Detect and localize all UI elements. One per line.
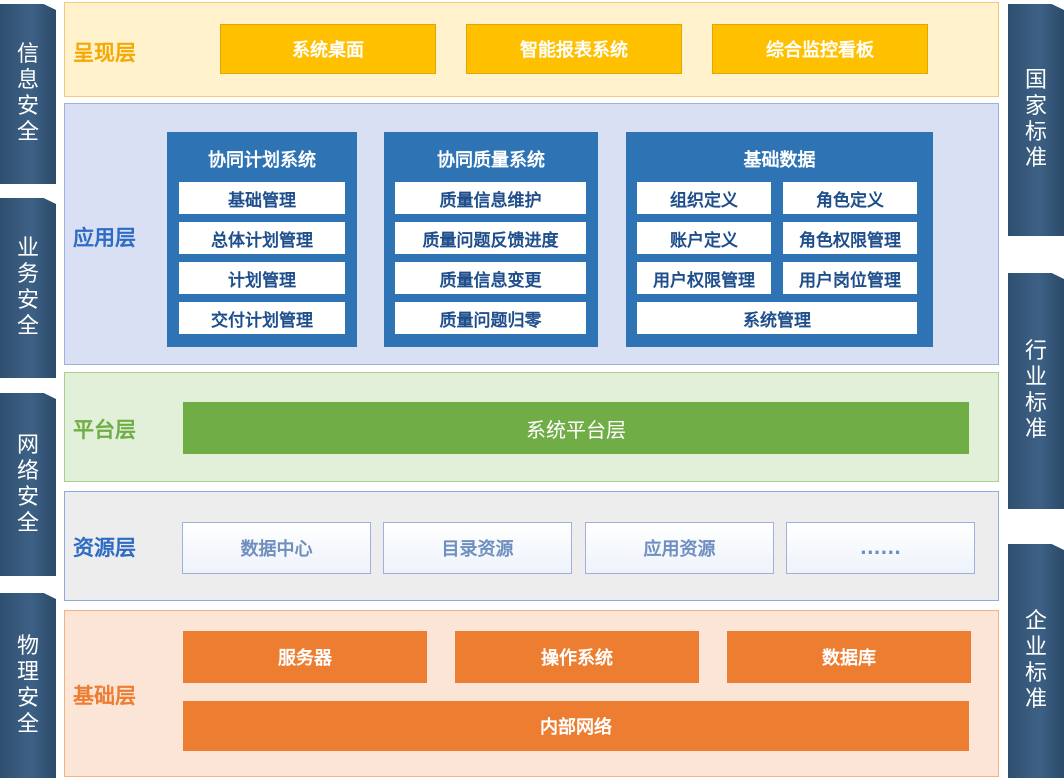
plan-system-title: 协同计划系统 <box>208 150 316 171</box>
resource-layer: 资源层 数据中心 目录资源 应用资源 ...... <box>64 491 999 601</box>
application-layer-title: 应用层 <box>73 226 136 250</box>
plan-item: 交付计划管理 <box>179 302 345 334</box>
base-data-item: 用户岗位管理 <box>783 262 917 294</box>
quality-system-panel: 协同质量系统 质量信息维护 质量问题反馈进度 质量信息变更 质量问题归零 <box>384 132 598 347</box>
side-label-national-standard: 国家标准 <box>1008 4 1064 236</box>
plan-item: 总体计划管理 <box>179 222 345 254</box>
foundation-layer: 基础层 服务器 操作系统 数据库 内部网络 <box>64 610 999 777</box>
resource-layer-title: 资源层 <box>73 536 136 560</box>
monitor-dashboard-box: 综合监控看板 <box>712 24 928 74</box>
plan-system-panel: 协同计划系统 基础管理 总体计划管理 计划管理 交付计划管理 <box>167 132 357 347</box>
os-box: 操作系统 <box>455 631 699 683</box>
internal-network-bar: 内部网络 <box>183 701 969 751</box>
base-data-item: 角色权限管理 <box>783 222 917 254</box>
platform-layer: 平台层 系统平台层 <box>64 372 999 482</box>
quality-item: 质量问题反馈进度 <box>395 222 586 254</box>
quality-system-title: 协同质量系统 <box>437 150 545 171</box>
platform-layer-title: 平台层 <box>73 418 136 442</box>
application-layer: 应用层 协同计划系统 基础管理 总体计划管理 计划管理 交付计划管理 协同质量系… <box>64 103 999 365</box>
side-label-network-security: 网络安全 <box>0 393 56 576</box>
quality-item: 质量信息维护 <box>395 182 586 214</box>
side-label-physical-security: 物理安全 <box>0 593 56 778</box>
side-label-business-security: 业务安全 <box>0 198 56 378</box>
server-box: 服务器 <box>183 631 427 683</box>
base-data-title: 基础数据 <box>743 150 816 171</box>
base-data-item: 角色定义 <box>783 182 917 214</box>
presentation-layer-title: 呈现层 <box>73 41 136 65</box>
more-resource-box: ...... <box>786 522 975 574</box>
foundation-layer-title: 基础层 <box>73 684 136 708</box>
plan-item: 计划管理 <box>179 262 345 294</box>
plan-item: 基础管理 <box>179 182 345 214</box>
base-data-item: 账户定义 <box>637 222 771 254</box>
data-center-box: 数据中心 <box>182 522 371 574</box>
side-label-info-security: 信息安全 <box>0 4 56 184</box>
directory-resource-box: 目录资源 <box>383 522 572 574</box>
smart-report-box: 智能报表系统 <box>466 24 682 74</box>
base-data-item: 系统管理 <box>637 302 917 334</box>
base-data-panel: 基础数据 组织定义 角色定义 账户定义 角色权限管理 用户权限管理 用户岗位管理… <box>626 132 933 347</box>
quality-item: 质量问题归零 <box>395 302 586 334</box>
system-desktop-box: 系统桌面 <box>220 24 436 74</box>
base-data-item: 用户权限管理 <box>637 262 771 294</box>
quality-item: 质量信息变更 <box>395 262 586 294</box>
system-platform-bar: 系统平台层 <box>183 402 969 454</box>
base-data-item: 组织定义 <box>637 182 771 214</box>
presentation-layer: 呈现层 系统桌面 智能报表系统 综合监控看板 <box>64 2 999 97</box>
database-box: 数据库 <box>727 631 971 683</box>
side-label-industry-standard: 行业标准 <box>1008 273 1064 509</box>
side-label-enterprise-standard: 企业标准 <box>1008 544 1064 778</box>
application-resource-box: 应用资源 <box>585 522 774 574</box>
